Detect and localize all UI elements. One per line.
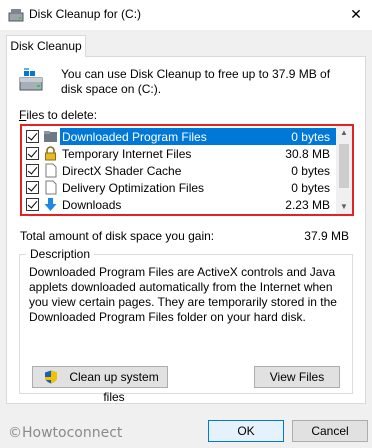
view-files-button[interactable]: View Files (254, 366, 340, 388)
item-name: Downloads (62, 198, 122, 212)
cancel-button[interactable]: Cancel (292, 420, 368, 442)
uac-shield-icon (45, 370, 57, 384)
item-size: 0 bytes (291, 181, 330, 195)
tab-disk-cleanup[interactable]: Disk Cleanup (6, 35, 86, 57)
file-icon (45, 163, 57, 178)
intro-text: You can use Disk Cleanup to free up to 3… (61, 67, 331, 96)
list-item[interactable]: Delivery Optimization Files 0 bytes (22, 179, 336, 196)
total-space-value: 37.9 MB (304, 229, 349, 243)
item-size: 0 bytes (291, 130, 330, 144)
clean-up-system-files-button[interactable]: Clean up system files (32, 366, 168, 404)
download-arrow-icon (44, 198, 57, 211)
title-bar: Disk Cleanup for (C:) ✕ (0, 0, 372, 30)
clean-up-system-files-label: Clean up system files (69, 370, 159, 404)
watermark: ©Howtoconnect (8, 425, 123, 441)
list-item[interactable]: Temporary Internet Files 30.8 MB (22, 145, 336, 162)
item-size: 0 bytes (291, 164, 330, 178)
description-title: Description (26, 247, 95, 261)
checkbox[interactable] (26, 147, 39, 160)
ok-button[interactable]: OK (208, 420, 284, 442)
item-size: 30.8 MB (285, 147, 330, 161)
files-list[interactable]: Downloaded Program Files 0 bytes Tempora… (20, 124, 354, 216)
disk-cleanup-app-icon (8, 9, 24, 22)
scroll-up-arrow-icon[interactable]: ▲ (336, 126, 352, 140)
scroll-thumb[interactable] (339, 144, 349, 188)
checkbox[interactable] (26, 198, 39, 211)
close-icon[interactable]: ✕ (340, 0, 372, 30)
item-name: Delivery Optimization Files (62, 181, 205, 195)
window-title: Disk Cleanup for (C:) (29, 7, 142, 21)
checkbox[interactable] (26, 181, 39, 194)
list-item[interactable]: Downloads 2.23 MB (22, 196, 336, 213)
item-size: 2.23 MB (285, 198, 330, 212)
drive-icon (19, 68, 43, 91)
file-icon (45, 180, 57, 195)
item-name: Downloaded Program Files (62, 130, 207, 144)
list-scrollbar[interactable]: ▲ ▼ (336, 126, 352, 214)
list-item[interactable]: Downloaded Program Files 0 bytes (22, 128, 336, 145)
lock-icon (45, 146, 56, 161)
description-text: Downloaded Program Files are ActiveX con… (29, 265, 337, 324)
scroll-down-arrow-icon[interactable]: ▼ (336, 200, 352, 214)
item-name: Temporary Internet Files (62, 147, 192, 161)
files-to-delete-label: Files to delete: (19, 108, 98, 122)
checkbox[interactable] (26, 164, 39, 177)
item-name: DirectX Shader Cache (62, 164, 182, 178)
list-item[interactable]: DirectX Shader Cache 0 bytes (22, 162, 336, 179)
folder-icon (44, 131, 57, 142)
total-space-label: Total amount of disk space you gain: (20, 229, 215, 243)
checkbox[interactable] (26, 130, 39, 143)
